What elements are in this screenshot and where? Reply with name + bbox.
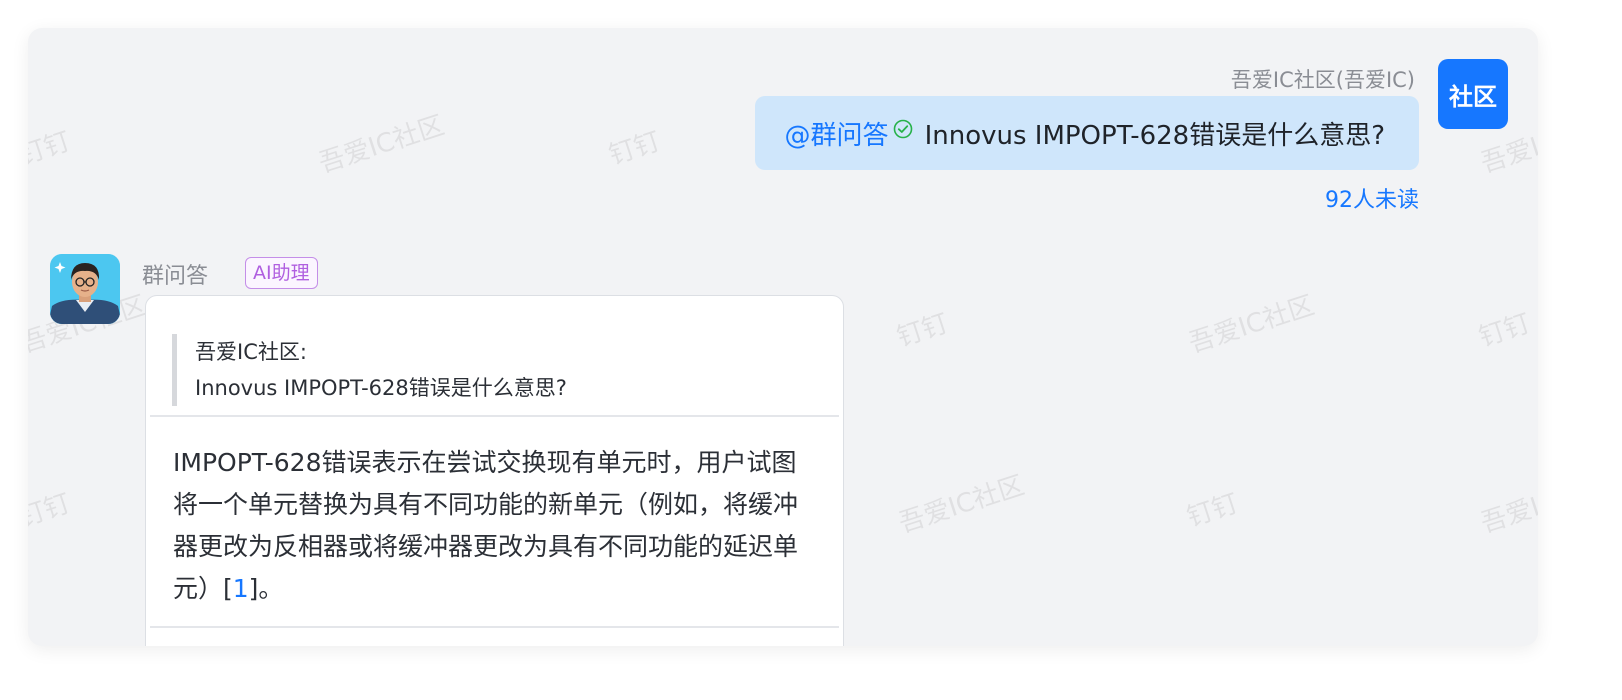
ai-assistant-badge: AI助理	[245, 257, 318, 289]
outgoing-message-bubble[interactable]: @群问答 Innovus IMPOPT-628错误是什么意思?	[754, 96, 1419, 170]
avatar[interactable]: 社区	[1438, 59, 1508, 129]
sender-name: 吾爱IC社区(吾爱IC)	[1230, 68, 1415, 92]
watermark: 钉钉	[1183, 488, 1243, 534]
watermark: 钉钉	[1475, 308, 1535, 354]
watermark: 钉钉	[28, 488, 75, 534]
watermark: 吾爱IC社区	[1185, 290, 1319, 360]
watermark: 钉钉	[28, 126, 75, 172]
answer-tail: ]。	[248, 574, 284, 603]
reference-link[interactable]: 1	[233, 574, 249, 603]
chat-window: 钉钉 吾爱IC社区 钉钉 吾爱IC社区 吾爱IC社区 钉钉 吾爱IC社区 钉钉 …	[28, 28, 1538, 646]
quote-author: 吾爱IC社区:	[195, 340, 307, 364]
answer-card: 吾爱IC社区: Innovus IMPOPT-628错误是什么意思? IMPOP…	[145, 295, 844, 646]
watermark: 钉钉	[893, 308, 953, 354]
bot-avatar[interactable]	[50, 254, 120, 324]
watermark: 吾爱IC社区	[315, 110, 449, 180]
unread-count-link[interactable]: 92人未读	[1325, 182, 1419, 214]
bot-name: 群问答	[142, 264, 209, 289]
quoted-message[interactable]: 吾爱IC社区: Innovus IMPOPT-628错误是什么意思?	[172, 334, 822, 406]
watermark: 吾爱IC社区	[895, 470, 1029, 540]
watermark: 钉钉	[605, 126, 665, 172]
divider	[150, 415, 839, 417]
mention-link[interactable]: @群问答	[785, 115, 889, 152]
message-text: Innovus IMPOPT-628错误是什么意思?	[924, 120, 1385, 151]
check-circle-icon	[893, 116, 913, 139]
divider	[150, 626, 839, 628]
watermark: 吾爱IC社区	[1477, 470, 1538, 540]
quote-text: Innovus IMPOPT-628错误是什么意思?	[195, 376, 567, 400]
answer-text: IMPOPT-628错误表示在尝试交换现有单元时，用户试图将一个单元替换为具有不…	[173, 442, 813, 610]
